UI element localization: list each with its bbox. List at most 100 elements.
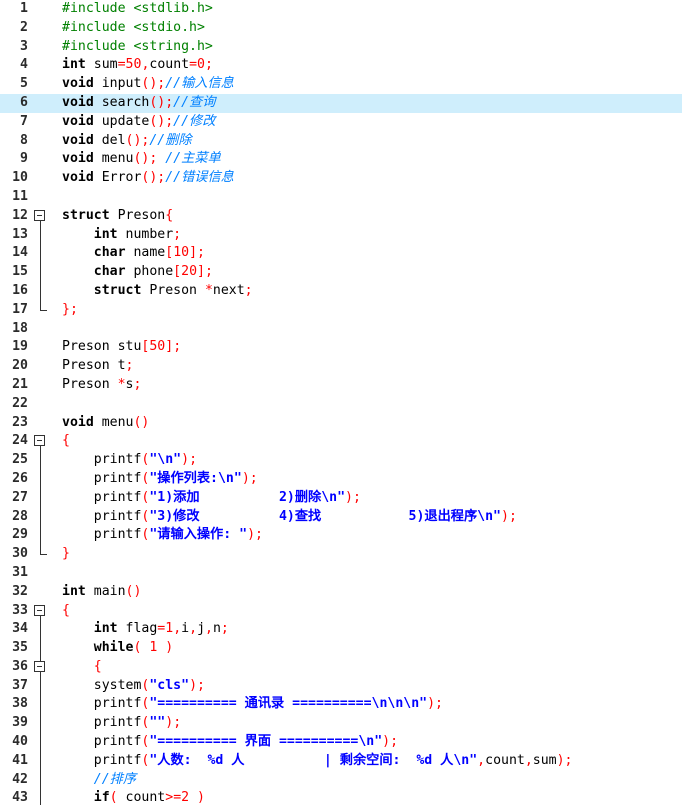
code-line[interactable]: 19 Preson stu[50]; — [0, 338, 682, 357]
code-line[interactable]: 38 printf("========== 通讯录 ==========\n\n… — [0, 695, 682, 715]
line-number: 18 — [12, 320, 28, 336]
code-token: void — [62, 132, 94, 148]
code-token: char — [93, 264, 126, 280]
code-token: int — [93, 226, 118, 242]
code-line[interactable]: 9 void menu(); //主菜单 — [0, 150, 682, 169]
code-text: printf(""); — [62, 714, 181, 733]
line-number: 30 — [12, 546, 28, 562]
code-line[interactable]: 39 printf(""); — [0, 714, 682, 734]
code-line[interactable]: 23 void menu() — [0, 414, 682, 433]
code-line[interactable]: 41 printf("人数: %d 人 | 剩余空间: %d 人\n",coun… — [0, 751, 682, 771]
code-token: ; — [173, 226, 182, 242]
code-line[interactable]: 40 printf("========== 界面 ==========\n"); — [0, 733, 682, 752]
code-token: number — [117, 226, 174, 242]
code-token: ); — [345, 489, 361, 505]
fold-collapse-icon[interactable] — [34, 432, 48, 452]
code-line[interactable]: 33 { — [0, 602, 682, 621]
code-line[interactable]: 2 #include <stdio.h> — [0, 19, 682, 38]
code-token: ; — [244, 282, 253, 298]
code-line[interactable]: 6 void search();//查询 — [0, 93, 682, 113]
code-line[interactable]: 30} — [0, 545, 682, 564]
code-token: ); — [247, 527, 263, 543]
code-line[interactable]: 11 — [0, 188, 682, 207]
code-token: 1 — [165, 621, 174, 637]
code-line[interactable]: 15 char phone[20]; — [0, 263, 682, 282]
code-line[interactable]: 26 printf("操作列表:\n"); — [0, 469, 682, 489]
code-line[interactable]: 35 while( 1 ) — [0, 639, 682, 658]
code-line[interactable]: 32 int main() — [0, 583, 682, 602]
code-text: struct Preson *next; — [62, 282, 253, 301]
code-line[interactable]: 36 { — [0, 657, 682, 677]
code-text: while( 1 ) — [62, 639, 173, 658]
code-token: , — [524, 752, 533, 768]
fold-guide — [34, 789, 48, 805]
code-token: 50 — [125, 57, 142, 73]
line-number: 2 — [20, 19, 28, 35]
code-token: "========== 界面 ==========\n" — [149, 734, 383, 750]
code-token: ) — [165, 640, 174, 656]
code-token: flag — [117, 621, 158, 637]
code-line[interactable]: 34 int flag=1,i,j,n; — [0, 620, 682, 640]
line-number: 42 — [12, 771, 28, 787]
code-line[interactable]: 42 //排序 — [0, 770, 682, 790]
code-token: void — [62, 76, 94, 92]
code-line[interactable]: 25 printf("\n"); — [0, 451, 682, 470]
code-token: Preson — [109, 207, 166, 223]
code-line[interactable]: 14 char name[10]; — [0, 244, 682, 264]
fold-collapse-icon[interactable] — [34, 657, 48, 677]
code-line[interactable]: 27 printf("1)添加 2)删除\n"); — [0, 488, 682, 508]
code-token: { — [62, 433, 70, 449]
code-line[interactable]: 31 — [0, 564, 682, 583]
code-token: update — [93, 113, 150, 129]
line-number: 10 — [12, 170, 28, 186]
code-token: menu — [93, 151, 134, 167]
code-token: [ — [173, 264, 182, 280]
fold-guide — [34, 526, 48, 546]
code-line[interactable]: 18 — [0, 320, 682, 339]
fold-collapse-icon[interactable] — [34, 207, 48, 226]
code-line[interactable]: 16 struct Preson *next; — [0, 281, 682, 301]
code-text: struct Preson{ — [62, 207, 173, 226]
code-line[interactable]: 5 void input();//输入信息 — [0, 75, 682, 94]
code-token: , — [189, 621, 198, 637]
code-token: Preson t — [62, 358, 126, 374]
code-line[interactable]: 17}; — [0, 300, 682, 320]
code-line[interactable]: 24 { — [0, 432, 682, 452]
code-line[interactable]: 13 int number; — [0, 225, 682, 245]
code-line[interactable]: 43 if( count>=2 ) — [0, 789, 682, 805]
code-line[interactable]: 10 void Error();//错误信息 — [0, 169, 682, 188]
code-line[interactable]: 1 #include <stdlib.h> — [0, 0, 682, 19]
code-line[interactable]: 7 void update();//修改 — [0, 113, 682, 132]
code-token: ]; — [197, 264, 213, 280]
code-token: >= — [165, 790, 182, 805]
code-line[interactable]: 4 int sum=50,count=0; — [0, 56, 682, 75]
code-line[interactable]: 29 printf("请输入操作: "); — [0, 526, 682, 546]
code-line[interactable]: 22 — [0, 395, 682, 414]
code-token: Preson stu — [62, 339, 142, 355]
code-token: //修改 — [173, 113, 216, 129]
fold-collapse-icon[interactable] — [34, 602, 48, 621]
code-token: count — [485, 752, 525, 768]
code-line[interactable]: 21 Preson *s; — [0, 376, 682, 395]
code-line[interactable]: 3 #include <string.h> — [0, 38, 682, 57]
code-token: "cls" — [149, 677, 190, 693]
code-token: "请输入操作: " — [149, 527, 248, 543]
line-number: 32 — [12, 583, 28, 599]
code-line[interactable]: 8 void del();//删除 — [0, 132, 682, 151]
code-token: if — [93, 790, 110, 805]
line-number: 26 — [12, 470, 28, 486]
code-token: }; — [62, 301, 78, 317]
code-line[interactable]: 12 struct Preson{ — [0, 207, 682, 226]
code-editor[interactable]: 1 #include <stdlib.h> 2 #include <stdio.h> 3… — [0, 0, 682, 805]
line-number: 36 — [12, 658, 28, 674]
code-line[interactable]: 37 system("cls"); — [0, 676, 682, 696]
code-text: void update();//修改 — [62, 113, 215, 132]
code-line[interactable]: 20 Preson t; — [0, 357, 682, 376]
code-token: ); — [165, 715, 182, 731]
line-number: 28 — [12, 508, 28, 524]
code-line[interactable]: 28 printf("3)修改 4)查找 5)退出程序\n"); — [0, 507, 682, 527]
code-token: phone — [125, 264, 174, 280]
code-text: printf("操作列表:\n"); — [62, 470, 258, 489]
